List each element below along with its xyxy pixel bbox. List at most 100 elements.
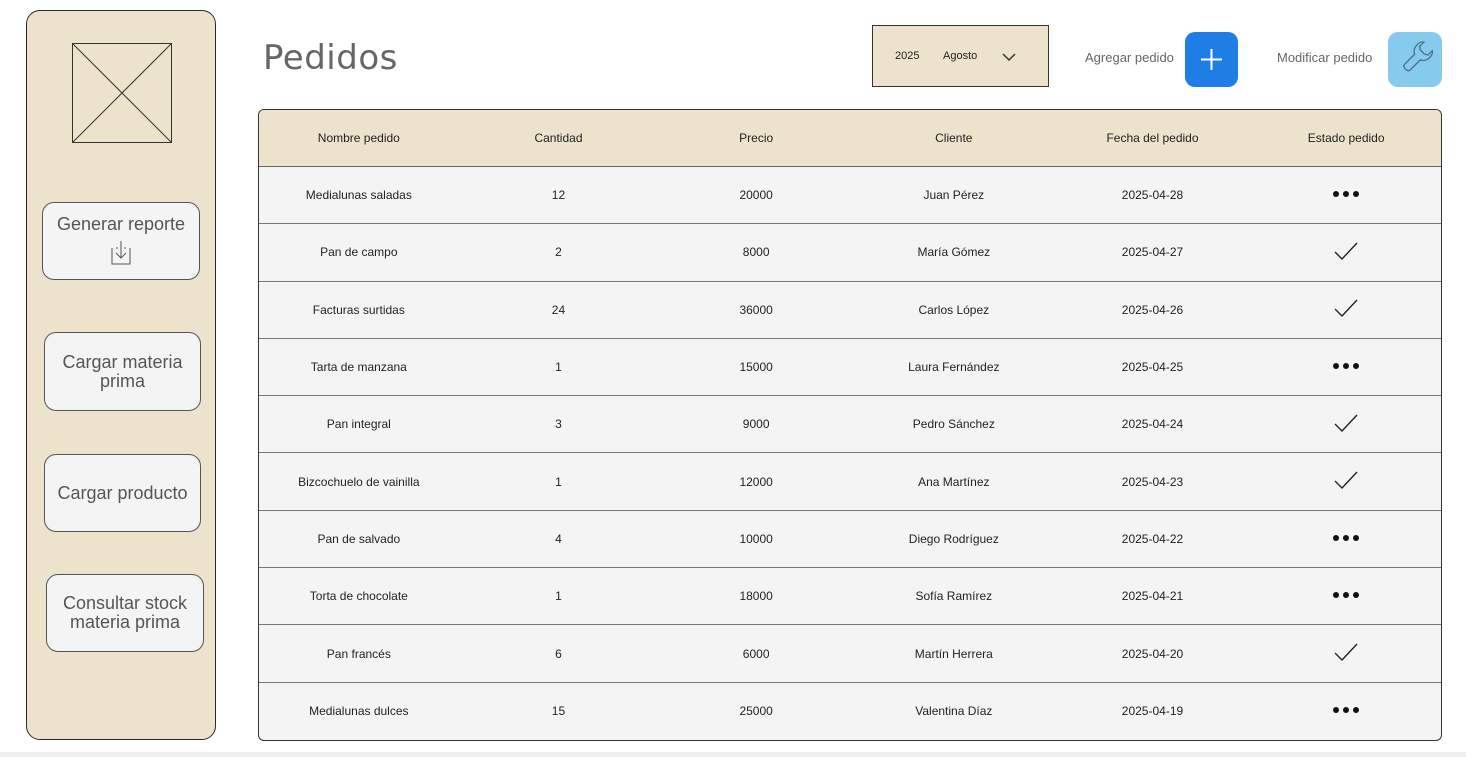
cell-name: Medialunas dulces [309,704,409,719]
column-header-client[interactable]: Cliente [854,131,1054,145]
cell-name: Facturas surtidas [312,302,405,317]
cell-client: Ana Martínez [918,474,990,489]
check-raw-stock-label-2: materia prima [69,612,181,632]
generate-report-button[interactable]: Generar reporte [42,202,200,280]
more-dots-icon [1333,363,1360,370]
cell-price: 36000 [739,302,773,317]
more-dots-icon [1333,191,1360,198]
cell-price: 15000 [739,360,773,375]
cell-quantity: 4 [555,531,562,546]
cell-client: Pedro Sánchez [912,417,995,432]
cell-status[interactable] [1251,532,1441,546]
cell-client: Martín Herrera [914,646,993,661]
cell-price: 8000 [742,245,770,260]
table-row[interactable]: Bizcochuelo de vainilla 1 12000 Ana Martíne… [259,453,1441,511]
edit-order-button[interactable] [1388,32,1442,87]
cell-date: 2025-04-26 [1121,302,1184,317]
edit-order-label: Modificar pedido [1277,50,1373,65]
cell-status[interactable] [1251,469,1441,494]
cell-price: 6000 [742,646,770,661]
checkmark-icon [1334,471,1358,490]
table-header: Nombre pedido Cantidad Precio Cliente Fe… [259,110,1441,167]
more-dots-icon [1333,534,1360,541]
plus-icon [1201,49,1222,70]
cell-price: 18000 [739,589,773,604]
period-month: Agosto [943,50,978,62]
table-row[interactable]: Torta de chocolate 1 18000 Sofía Ramírez 202… [259,568,1441,626]
cell-status[interactable] [1251,240,1441,265]
page-title: Pedidos [263,38,398,78]
cell-status[interactable] [1251,589,1441,603]
cell-status[interactable] [1251,641,1441,666]
add-order-label: Agregar pedido [1085,50,1174,65]
cell-status[interactable] [1251,704,1441,718]
table-row[interactable]: Facturas surtidas 24 36000 Carlos López 2025… [259,282,1441,339]
cell-name: Pan francés [326,646,391,661]
cell-status[interactable] [1251,360,1441,374]
table-row[interactable]: Medialunas saladas 12 20000 Juan Pérez 2025-… [259,167,1441,225]
sidebar: Generar reporte Cargar materia prima Car… [26,10,216,740]
cell-status[interactable] [1251,297,1441,322]
cell-date: 2025-04-20 [1121,646,1184,661]
column-header-date[interactable]: Fecha del pedido [1054,131,1252,145]
cell-client: Sofía Ramírez [915,589,993,604]
table-row[interactable]: Pan integral 3 9000 Pedro Sánchez 2025-04-24 [259,396,1441,454]
load-product-button[interactable]: Cargar producto [44,454,201,532]
cell-client: Juan Pérez [923,188,985,203]
column-header-status[interactable]: Estado pedido [1251,131,1441,145]
cell-name: Pan de salvado [317,531,401,546]
chevron-down-icon [1002,53,1016,62]
cell-name: Bizcochuelo de vainilla [298,474,420,489]
cell-client: Laura Fernández [908,360,1000,375]
table-row[interactable]: Medialunas dulces 15 25000 Valentina Díaz 20… [259,683,1441,740]
cell-client: María Gómez [917,245,991,260]
load-raw-material-label-2: prima [99,370,145,391]
cell-status[interactable] [1251,188,1441,202]
cell-client: Diego Rodríguez [908,531,999,546]
column-header-quantity[interactable]: Cantidad [459,131,659,145]
checkmark-icon [1334,299,1358,318]
column-header-price[interactable]: Precio [658,131,854,145]
check-raw-stock-label-1: Consultar stock [62,593,188,613]
load-raw-material-button[interactable]: Cargar materia prima [44,332,201,411]
cell-quantity: 24 [551,302,566,317]
more-dots-icon [1333,592,1360,599]
table-row[interactable]: Pan francés 6 6000 Martín Herrera 2025-04-20 [259,625,1441,683]
cell-date: 2025-04-24 [1121,417,1184,432]
table-row[interactable]: Pan de salvado 4 10000 Diego Rodríguez 2025-… [259,511,1441,569]
cell-status[interactable] [1251,412,1441,437]
cell-client: Valentina Díaz [915,704,993,719]
column-header-name[interactable]: Nombre pedido [259,131,459,145]
cell-quantity: 12 [551,188,566,203]
cell-date: 2025-04-25 [1121,360,1184,375]
more-dots-icon [1333,707,1360,714]
cell-name: Tarta de manzana [310,360,407,375]
cell-date: 2025-04-27 [1121,245,1184,260]
checkmark-icon [1334,242,1358,260]
cell-quantity: 3 [555,417,562,432]
table-row[interactable]: Pan de campo 2 8000 María Gómez 2025-04-27 [259,224,1441,282]
add-order-button[interactable] [1185,32,1238,87]
cell-price: 10000 [739,531,773,546]
generate-report-label: Generar reporte [56,213,186,234]
cell-quantity: 15 [551,704,566,719]
cell-name: Torta de chocolate [309,589,408,604]
table-row[interactable]: Tarta de manzana 1 15000 Laura Fernández 202… [259,339,1441,397]
cell-price: 12000 [739,474,773,489]
cell-quantity: 1 [555,474,562,489]
checkmark-icon [1334,643,1358,662]
checkmark-icon [1334,414,1358,432]
cell-quantity: 1 [555,360,562,375]
cell-date: 2025-04-28 [1121,188,1184,203]
orders-table: Nombre pedido Cantidad Precio Cliente Fe… [258,109,1442,741]
load-raw-material-label-1: Cargar materia [62,351,183,372]
cell-date: 2025-04-21 [1121,589,1184,604]
cell-name: Pan integral [326,417,391,432]
cell-date: 2025-04-22 [1121,531,1184,546]
cell-quantity: 6 [555,646,562,661]
period-select[interactable]: 2025 Agosto [872,25,1049,87]
period-year: 2025 [895,50,920,62]
check-raw-stock-button[interactable]: Consultar stock materia prima [46,574,204,652]
table-body: Medialunas saladas 12 20000 Juan Pérez 2025-… [259,167,1441,740]
bottom-strip [0,752,1466,757]
